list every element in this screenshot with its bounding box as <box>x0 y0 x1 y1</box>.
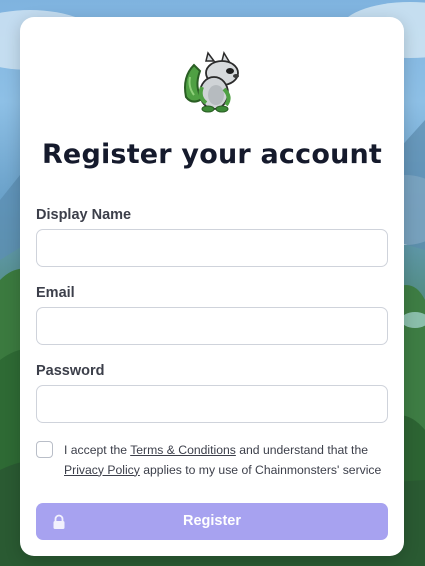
terms-text: I accept the Terms & Conditions and unde… <box>64 441 389 480</box>
register-button-label: Register <box>182 513 242 529</box>
page-title: Register your account <box>41 139 383 170</box>
display-name-input[interactable] <box>36 229 388 267</box>
terms-text-part-3: applies to my use of Chainmonsters' serv… <box>139 462 382 477</box>
register-card: Register your account Display Name Email… <box>20 17 404 556</box>
terms-conditions-link[interactable]: Terms & Conditions <box>130 443 236 457</box>
password-input[interactable] <box>36 385 388 423</box>
email-input[interactable] <box>36 307 388 345</box>
chainmonsters-creature-icon <box>184 51 239 113</box>
terms-text-part-1: I accept the <box>64 443 131 457</box>
password-label: Password <box>36 363 105 379</box>
register-button[interactable]: Register <box>36 503 388 540</box>
terms-text-part-2: and understand that the <box>235 443 368 457</box>
display-name-label: Display Name <box>36 207 132 223</box>
terms-checkbox[interactable] <box>36 441 53 458</box>
email-label: Email <box>36 285 75 301</box>
privacy-policy-link[interactable]: Privacy Policy <box>64 463 140 477</box>
